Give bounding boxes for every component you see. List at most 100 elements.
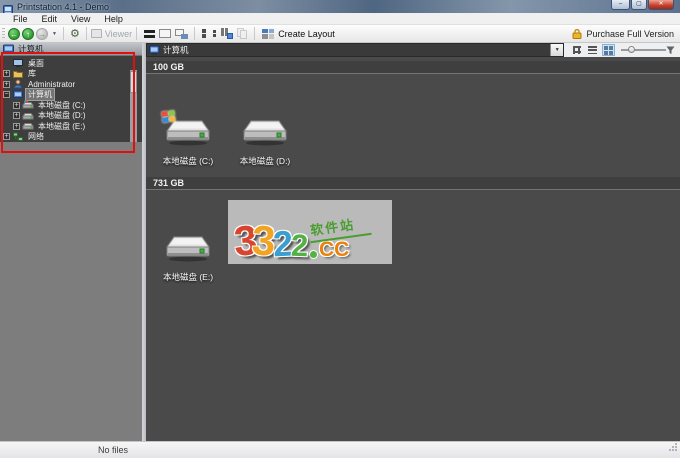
toolbar-separator <box>136 27 138 40</box>
tree-item-label: 本地磁盘 (C:) <box>38 100 86 110</box>
view-large-icons-button[interactable] <box>602 44 616 56</box>
tree-item-label: 桌面 <box>28 58 44 68</box>
address-bar: 计算机 ▼ <box>146 43 680 57</box>
menu-edit[interactable]: Edit <box>35 13 65 25</box>
create-layout-button[interactable]: Create Layout <box>259 28 338 40</box>
group-header: 731 GB <box>146 177 680 190</box>
close-button[interactable]: ✕ <box>648 0 674 10</box>
drive-e-item[interactable]: 本地磁盘 (E:) <box>152 230 224 283</box>
up-button[interactable]: ↑ <box>22 27 34 40</box>
tree-item-computer[interactable]: − 计算机 <box>0 88 142 102</box>
tree-item-label: 本地磁盘 (D:) <box>38 111 86 121</box>
pages-icon[interactable] <box>237 28 248 39</box>
location-combo[interactable]: 计算机 ▼ <box>146 43 565 57</box>
purchase-label: Purchase Full Version <box>586 28 674 39</box>
toolbar: ← ↑ → ▼ ⚙ Viewer Create Layout Purchase … <box>0 25 680 43</box>
menu-bar: File Edit View Help <box>0 13 680 25</box>
viewer-monitor-icon <box>90 29 102 38</box>
layout-rows-icon[interactable] <box>159 29 172 38</box>
toolbar-separator <box>62 27 64 40</box>
toolbar-separator <box>85 27 87 40</box>
expand-glyph[interactable]: + <box>13 122 20 130</box>
grid-badge-icon[interactable] <box>221 28 234 39</box>
drive-label: 本地磁盘 (E:) <box>162 272 214 282</box>
window-controls: – ▢ ✕ <box>611 0 674 10</box>
folder-tree: 桌面 + 库 + Administrator − 计算机 + 本地磁盘 (C:)… <box>0 56 142 142</box>
create-layout-icon <box>262 28 275 39</box>
user-icon <box>12 79 24 89</box>
toolbar-grip <box>2 27 5 40</box>
tree-panel-header-label: 计算机 <box>18 44 44 54</box>
tree-item-label: 网络 <box>28 132 44 142</box>
computer-icon <box>12 90 24 100</box>
computer-icon <box>3 44 14 54</box>
view-mode-buttons <box>570 44 616 56</box>
tree-item-disk-d[interactable]: + 本地磁盘 (D:) <box>0 111 142 122</box>
toolbar-separator <box>194 27 196 40</box>
settings-gear-icon[interactable]: ⚙ <box>70 28 80 40</box>
tile-row: 本地磁盘 (C:) 本地磁盘 (D:) <box>146 74 680 167</box>
folder-tree-panel: 计算机 桌面 + 库 + Administrator − 计算机 + 本地磁盘 … <box>0 43 142 441</box>
layout-caption-icon[interactable] <box>175 28 189 39</box>
distribute-vertical-icon[interactable] <box>201 28 207 39</box>
group-header: 100 GB <box>146 61 680 74</box>
tile-row: 本地磁盘 (E:) <box>146 190 680 283</box>
slider-thumb[interactable] <box>628 46 636 53</box>
nav-dropdown-caret-icon[interactable]: ▼ <box>52 31 57 37</box>
distribute-vertical-small-icon[interactable] <box>211 28 217 39</box>
desktop-icon <box>12 58 24 68</box>
minimize-button[interactable]: – <box>611 0 630 10</box>
status-text: No files <box>98 445 129 455</box>
purchase-full-version-button[interactable]: Purchase Full Version <box>572 28 674 39</box>
filter-funnel-icon[interactable] <box>666 46 675 55</box>
network-icon <box>12 132 24 142</box>
location-dropdown-button[interactable]: ▼ <box>550 44 564 56</box>
expand-glyph[interactable]: + <box>3 133 10 141</box>
os-disk-icon <box>22 100 34 110</box>
view-list-button[interactable] <box>586 44 599 56</box>
drive-c-item[interactable]: 本地磁盘 (C:) <box>152 110 224 167</box>
tree-item-label: 本地磁盘 (E:) <box>38 121 86 131</box>
tree-item-administrator[interactable]: + Administrator <box>0 79 142 90</box>
drive-d-item[interactable]: 本地磁盘 (D:) <box>229 114 301 167</box>
icon-size-slider[interactable] <box>621 44 666 56</box>
library-folder-icon <box>12 69 24 79</box>
disk-group: 100 GB 本地磁盘 (C:) 本地磁盘 (D:) <box>146 61 680 167</box>
computer-icon <box>149 45 160 56</box>
resize-grip-icon[interactable] <box>669 438 678 456</box>
back-button[interactable]: ← <box>8 27 20 40</box>
layout-bars-icon[interactable] <box>143 29 155 39</box>
maximize-button[interactable]: ▢ <box>631 0 647 10</box>
tree-item-libraries[interactable]: + 库 <box>0 69 142 80</box>
lock-icon <box>572 28 582 39</box>
main-panel: 计算机 ▼ 100 GB 本地磁盘 (C:) 本地磁盘 (D:) 731 GB … <box>146 43 680 441</box>
window-title: Printstation 4.1 - Demo <box>17 1 110 12</box>
tree-item-desktop[interactable]: 桌面 <box>0 58 142 69</box>
menu-view[interactable]: View <box>64 13 97 25</box>
tree-scrollbar[interactable] <box>130 70 137 142</box>
tree-item-disk-e[interactable]: + 本地磁盘 (E:) <box>0 121 142 132</box>
tree-item-disk-c[interactable]: + 本地磁盘 (C:) <box>0 100 142 111</box>
viewer-button[interactable]: Viewer <box>90 29 132 39</box>
forward-button[interactable]: → <box>36 27 48 40</box>
menu-file[interactable]: File <box>6 13 35 25</box>
view-tiles-button[interactable] <box>570 44 583 56</box>
tree-item-label: 计算机 <box>25 88 55 102</box>
disk-icon <box>22 121 34 131</box>
hard-drive-icon <box>152 230 224 266</box>
create-layout-label: Create Layout <box>278 28 335 39</box>
disk-group: 731 GB 本地磁盘 (E:) <box>146 177 680 283</box>
menu-help[interactable]: Help <box>97 13 130 25</box>
collapse-glyph[interactable]: − <box>3 91 10 99</box>
expand-glyph[interactable]: + <box>3 80 10 88</box>
drive-label: 本地磁盘 (D:) <box>239 156 291 166</box>
expand-glyph[interactable]: + <box>13 101 20 109</box>
file-content-area: 100 GB 本地磁盘 (C:) 本地磁盘 (D:) 731 GB 本地磁盘 (… <box>146 57 680 441</box>
app-icon <box>3 2 13 15</box>
expand-glyph[interactable]: + <box>13 112 20 120</box>
tree-item-network[interactable]: + 网络 <box>0 132 142 143</box>
tree-panel-header[interactable]: 计算机 <box>0 43 142 56</box>
disk-icon <box>22 111 34 121</box>
expand-glyph[interactable]: + <box>3 70 10 78</box>
tree-scrollbar-thumb[interactable] <box>130 71 137 93</box>
